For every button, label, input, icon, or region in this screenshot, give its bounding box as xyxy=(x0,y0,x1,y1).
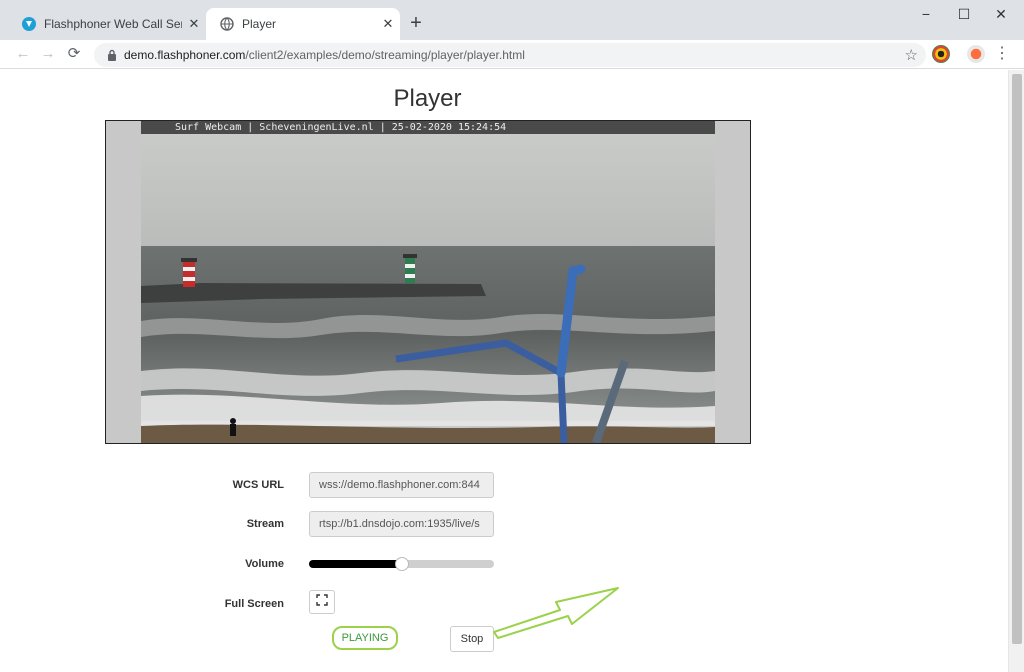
video-player[interactable]: Surf Webcam | ScheveningenLive.nl | 25-0… xyxy=(105,120,751,444)
browser-menu-icon[interactable]: ⋮ xyxy=(994,44,1010,64)
volume-label: Volume xyxy=(245,558,284,570)
flashphoner-icon xyxy=(22,17,36,31)
fullscreen-label: Full Screen xyxy=(224,598,284,610)
wcs-url-label: WCS URL xyxy=(232,479,284,491)
close-tab-icon[interactable]: ✕ xyxy=(376,16,400,32)
tab-title: Player xyxy=(242,17,277,31)
bookmark-star-icon[interactable]: ☆ xyxy=(905,46,918,64)
minimize-button[interactable]: − xyxy=(908,6,944,28)
url-host: demo.flashphoner.com xyxy=(124,48,246,62)
forward-arrow-icon[interactable]: → xyxy=(38,44,58,64)
tab-player[interactable]: Player ✕ xyxy=(206,8,400,40)
globe-icon xyxy=(220,17,234,31)
reload-icon[interactable]: ⟳ xyxy=(64,44,84,64)
close-tab-icon[interactable]: ✕ xyxy=(182,16,206,32)
fullscreen-button[interactable] xyxy=(309,590,335,614)
volume-slider-handle[interactable] xyxy=(394,557,409,571)
video-overlay-text: Surf Webcam | ScheveningenLive.nl | 25-0… xyxy=(141,121,715,134)
scrollbar-thumb[interactable] xyxy=(1012,74,1022,644)
fullscreen-icon xyxy=(316,593,328,611)
tab-flashphoner[interactable]: Flashphoner Web Call Server ✕ xyxy=(8,8,206,40)
wcs-url-input[interactable]: wss://demo.flashphoner.com:844 xyxy=(309,472,494,498)
volume-slider-fill xyxy=(309,560,402,568)
stream-input[interactable]: rtsp://b1.dnsdojo.com:1935/live/s xyxy=(309,511,494,537)
lock-icon xyxy=(100,49,124,61)
extension-icon[interactable] xyxy=(932,45,950,63)
page-title: Player xyxy=(393,85,462,112)
video-frame: Surf Webcam | ScheveningenLive.nl | 25-0… xyxy=(141,121,715,443)
browser-toolbar: ← → ⟳ demo.flashphoner.com/client2/examp… xyxy=(0,40,1024,69)
stream-label: Stream xyxy=(246,518,284,530)
volume-slider[interactable] xyxy=(309,557,494,571)
annotation-arrow xyxy=(493,587,619,639)
maximize-button[interactable]: ☐ xyxy=(946,6,982,28)
page-scrollbar[interactable] xyxy=(1008,70,1024,672)
tab-strip: Flashphoner Web Call Server ✕ Player ✕ +… xyxy=(0,0,1024,40)
window-close-button[interactable]: ✕ xyxy=(983,6,1019,28)
page-content: Player Surf Webcam | ScheveningenLive.nl… xyxy=(0,70,1008,672)
webcam-scene xyxy=(141,134,715,443)
tab-title: Flashphoner Web Call Server xyxy=(44,17,182,31)
address-bar[interactable]: demo.flashphoner.com/client2/examples/de… xyxy=(94,43,926,67)
status-indicator: PLAYING xyxy=(332,626,398,650)
new-tab-button[interactable]: + xyxy=(405,12,427,34)
back-arrow-icon[interactable]: ← xyxy=(13,44,33,64)
profile-avatar[interactable] xyxy=(967,45,985,63)
url-path: /client2/examples/demo/streaming/player/… xyxy=(245,48,525,62)
